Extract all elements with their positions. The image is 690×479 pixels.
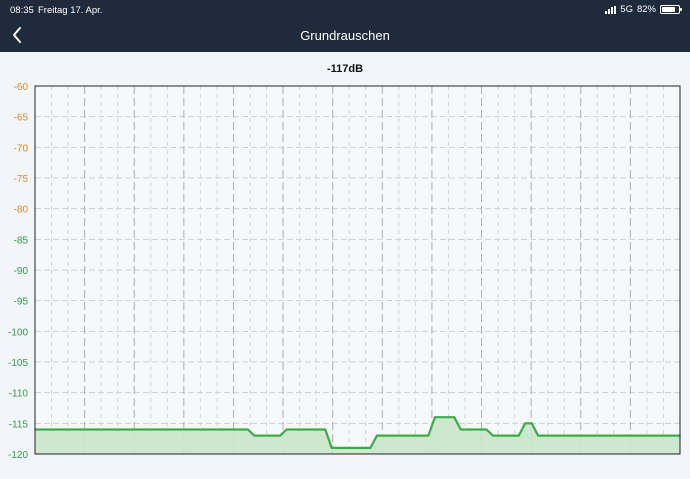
y-tick-label: -85: [14, 235, 29, 246]
y-tick-label: -95: [14, 297, 29, 308]
data-point: [530, 422, 533, 425]
y-tick-label: -65: [14, 113, 29, 124]
data-point: [537, 434, 539, 437]
data-point: [485, 428, 488, 431]
y-tick-label: -115: [9, 419, 29, 430]
data-point: [434, 416, 436, 419]
data-point: [285, 428, 288, 431]
data-point: [324, 428, 327, 431]
data-point: [427, 434, 430, 437]
data-point: [369, 447, 372, 449]
data-point: [459, 428, 462, 431]
y-tick-label: -110: [9, 389, 29, 400]
data-point: [453, 416, 456, 419]
y-tick-label: -70: [14, 143, 29, 154]
plot-area: [35, 86, 680, 454]
y-tick-label: -80: [14, 205, 29, 216]
y-tick-label: -100: [8, 327, 28, 338]
data-point: [524, 422, 526, 425]
y-tick-label: -120: [8, 450, 28, 461]
y-tick-label: -75: [14, 174, 29, 185]
data-point: [492, 434, 494, 437]
data-point: [247, 428, 249, 431]
y-tick-label: -105: [8, 358, 28, 369]
noise-chart: -60 -65 -70 -75 -80 -85 -90 -95 -100 -105 -110 -115…: [8, 82, 681, 461]
y-tick-label: -60: [14, 82, 29, 93]
data-point: [279, 434, 281, 437]
data-point: [517, 434, 520, 437]
data-point: [376, 434, 378, 437]
data-point: [253, 434, 256, 437]
data-point: [330, 447, 333, 449]
y-tick-label: -90: [14, 266, 29, 277]
